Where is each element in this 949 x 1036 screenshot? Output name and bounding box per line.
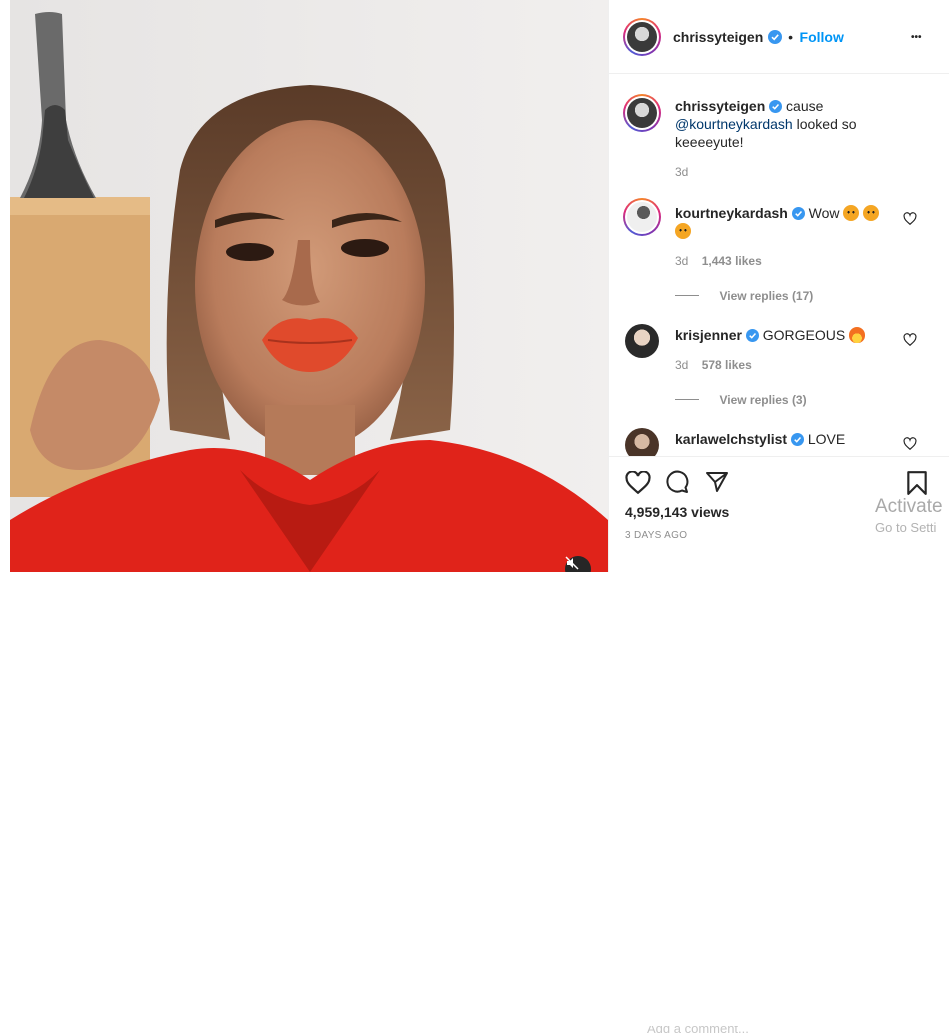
tiger-face-emoji-icon (843, 205, 860, 221)
like-heart-icon[interactable] (625, 471, 651, 495)
fire-emoji-icon (849, 327, 866, 343)
verified-badge-icon (769, 100, 783, 113)
like-comment-heart-icon[interactable] (903, 333, 917, 347)
video-player[interactable] (10, 0, 608, 572)
post-header: chrissyteigen • Follow ••• (609, 0, 949, 74)
view-replies-button[interactable]: View replies (17) (719, 289, 813, 303)
add-comment-input[interactable]: Add a comment... (647, 1026, 749, 1036)
windows-activation-subtext: Go to Setti (875, 520, 937, 535)
caption-text-before: cause (786, 98, 824, 114)
verified-badge-icon (745, 329, 759, 342)
comment-text: LOVE (807, 431, 846, 447)
verified-badge-icon (767, 30, 782, 44)
post-date[interactable]: 3 DAYS AGO (625, 530, 687, 541)
post-side-panel: chrissyteigen • Follow ••• chrissyteigen… (608, 0, 949, 1036)
views-count[interactable]: 4,959,143 views (625, 504, 729, 520)
caption-mention[interactable]: @kourtneykardash (675, 116, 793, 132)
comment-item: karlawelchstylist LOVE (623, 426, 943, 456)
video-frame (10, 0, 608, 572)
story-ring[interactable] (623, 18, 661, 56)
comment-author[interactable]: karlawelchstylist (675, 431, 787, 447)
windows-activation-watermark: Activate (875, 496, 943, 517)
commenter-avatar[interactable] (625, 324, 659, 358)
comment-item: kourtneykardash Wow 3d 1,443 likes View … (623, 198, 943, 308)
more-options-icon[interactable]: ••• (911, 32, 922, 43)
commenter-avatar[interactable] (625, 428, 659, 456)
comment-icon[interactable] (665, 470, 689, 494)
like-comment-heart-icon[interactable] (903, 437, 917, 451)
caption-author-avatar[interactable] (627, 98, 657, 128)
comment-likes[interactable]: 578 likes (702, 358, 752, 372)
comment-text: Wow (808, 205, 840, 221)
replies-divider (675, 295, 699, 297)
replies-divider (675, 399, 699, 401)
comment-text: GORGEOUS (762, 327, 846, 343)
comment-time[interactable]: 3d (675, 358, 688, 372)
author-username[interactable]: chrissyteigen (673, 29, 763, 45)
view-replies-button[interactable]: View replies (3) (719, 393, 806, 407)
comments-list[interactable]: chrissyteigen cause @kourtneykardash loo… (609, 74, 949, 456)
tiger-face-emoji-icon (675, 223, 691, 239)
comment-likes[interactable]: 1,443 likes (702, 254, 762, 268)
share-icon[interactable] (705, 471, 729, 493)
save-bookmark-icon[interactable] (906, 470, 928, 496)
muted-speaker-icon (565, 556, 579, 570)
story-ring[interactable] (623, 94, 661, 132)
caption-time[interactable]: 3d (675, 165, 688, 179)
commenter-avatar[interactable] (627, 202, 657, 232)
verified-badge-icon (791, 207, 805, 220)
comment-author[interactable]: krisjenner (675, 327, 742, 343)
comment-author[interactable]: kourtneykardash (675, 205, 788, 221)
comment-item: krisjenner GORGEOUS 3d 578 likes View re… (623, 322, 943, 432)
author-avatar[interactable] (627, 22, 657, 52)
caption-author[interactable]: chrissyteigen (675, 98, 765, 114)
tiger-face-emoji-icon (863, 205, 880, 221)
follow-button[interactable]: Follow (800, 29, 844, 45)
comment-time[interactable]: 3d (675, 254, 688, 268)
like-comment-heart-icon[interactable] (903, 212, 917, 226)
story-ring[interactable] (623, 198, 661, 236)
separator-dot: • (788, 29, 794, 45)
verified-badge-icon (790, 433, 804, 446)
